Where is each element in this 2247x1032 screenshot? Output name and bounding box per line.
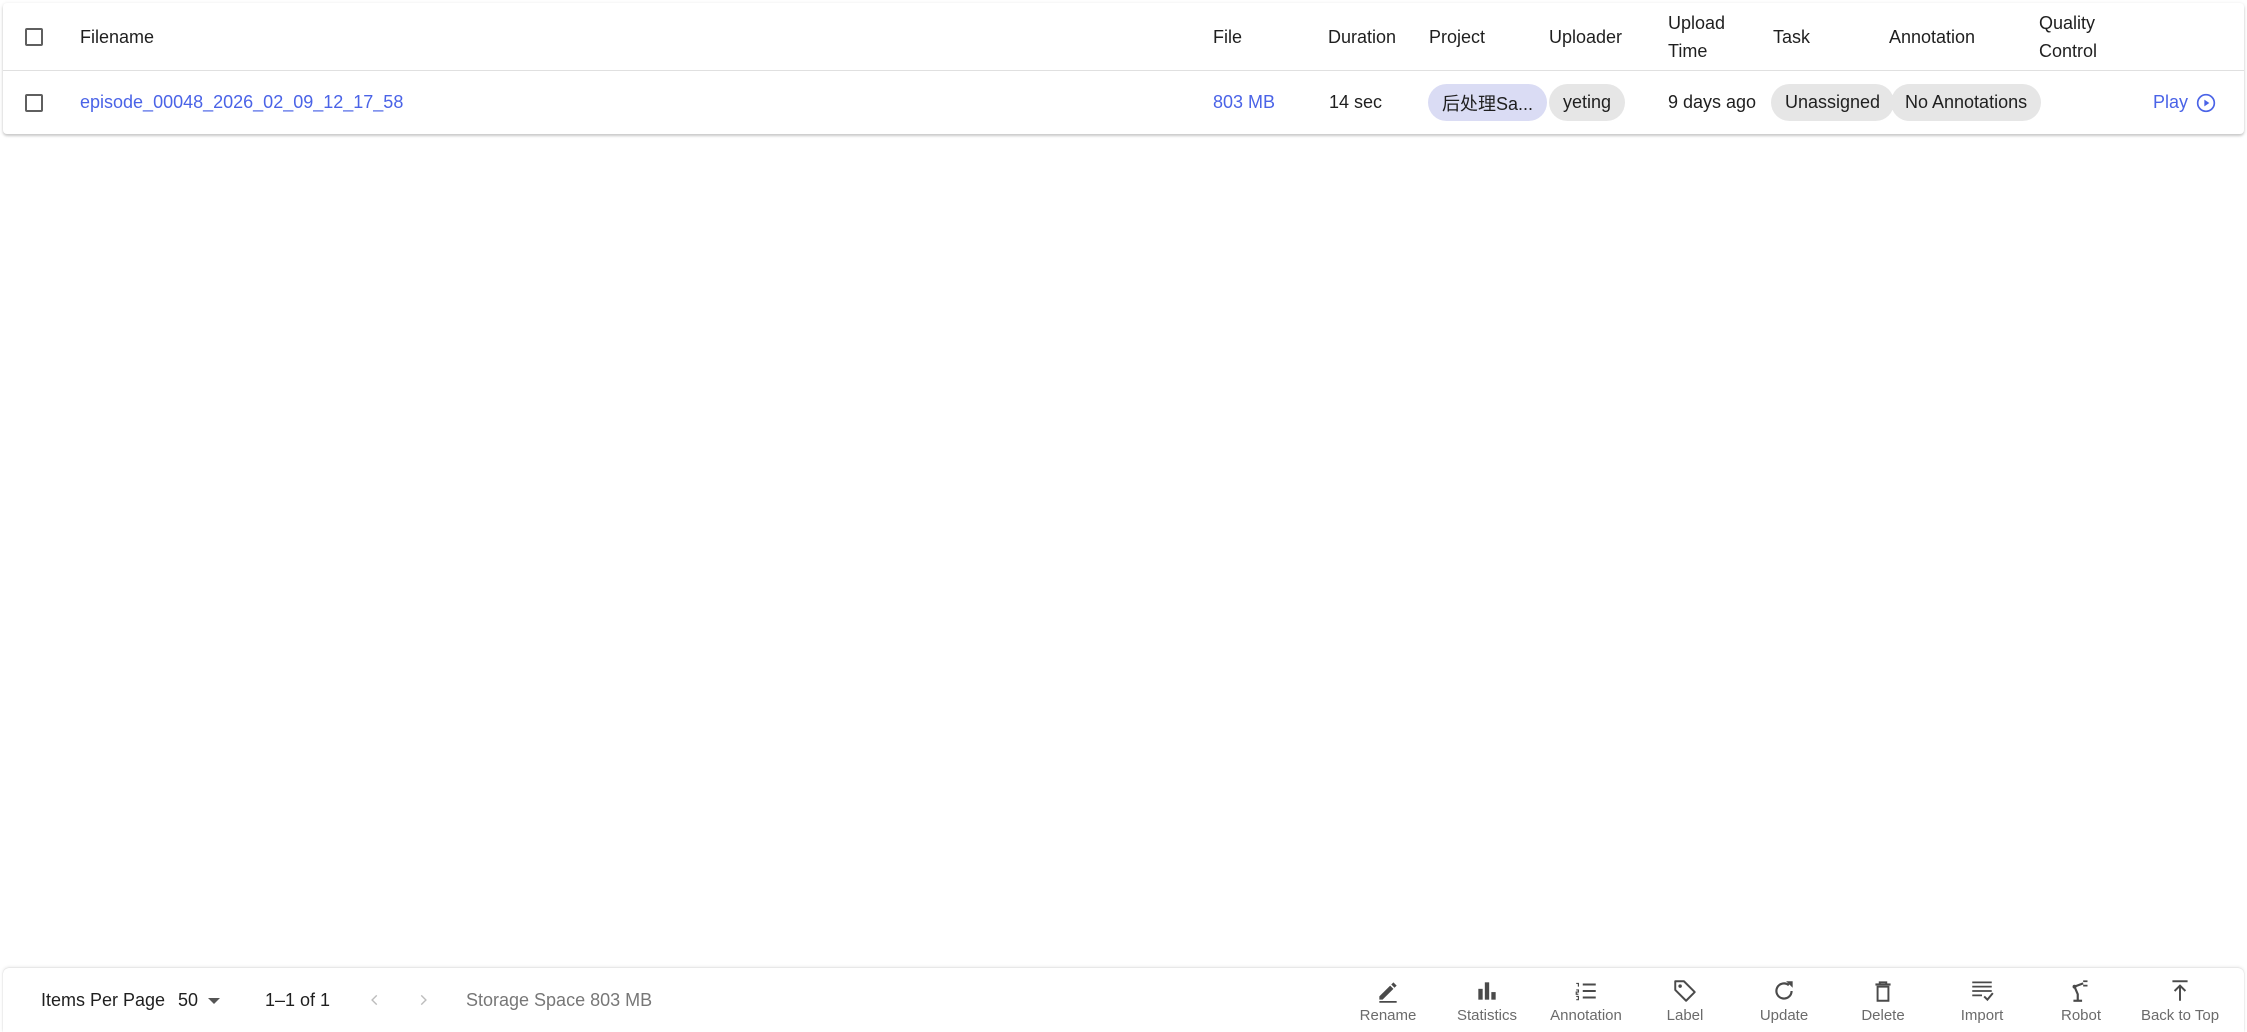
storage-space: Storage Space 803 MB [466,989,653,1010]
uploader-chip[interactable]: yeting [1549,84,1626,121]
task-chip[interactable]: Unassigned [1771,84,1895,121]
update-button[interactable]: Update [1739,978,1829,1032]
header-project[interactable]: Project [1429,3,1485,70]
rename-label: Rename [1359,1007,1417,1024]
items-per-page-select[interactable]: 50 [178,989,221,1011]
chevron-left-icon [371,994,378,1006]
tag-icon [1674,980,1696,1002]
annotation-chip[interactable]: No Annotations [1891,84,2042,121]
upload-time-value: 9 days ago [1668,92,1757,112]
filename-link[interactable]: episode_00048_2026_02_09_12_17_58 [80,71,403,134]
annotation-button[interactable]: Annotation [1541,978,1631,1032]
header-file[interactable]: File [1213,3,1242,70]
footer-toolbar: Items Per Page 50 1–1 of 1 Storage Space… [3,968,2244,1032]
statistics-button[interactable]: Statistics [1442,978,1532,1032]
delete-label: Delete [1861,1007,1905,1024]
play-button[interactable]: Play [2153,92,2216,113]
header-upload-time[interactable]: Upload Time [1668,3,1725,70]
header-duration[interactable]: Duration [1328,3,1396,70]
items-per-page-label: Items Per Page [41,989,166,1010]
table-row: episode_00048_2026_02_09_12_17_58 803 MB… [3,71,2244,134]
header-quality-line1: Quality [2039,12,2096,33]
robot-label: Robot [2060,1007,2102,1024]
file-table: Filename File Duration Project Uploader … [3,3,2244,134]
header-uploader[interactable]: Uploader [1549,3,1622,70]
import-label: Import [1960,1007,2004,1024]
header-quality-line2: Control [2039,40,2098,61]
caret-down-icon [208,998,221,1004]
list-icon [1575,982,1596,1001]
label-label: Label [1666,1007,1704,1024]
items-per-page-value: 50 [178,989,199,1010]
play-circle-icon [2196,93,2216,112]
header-upload-time-line1: Upload [1668,12,1726,33]
project-chip[interactable]: 后处理Sa... [1428,84,1548,121]
table-header-row: Filename File Duration Project Uploader … [3,3,2244,71]
label-button[interactable]: Label [1640,978,1730,1032]
header-task[interactable]: Task [1773,3,1810,70]
duration-value: 14 sec [1329,92,1383,112]
header-upload-time-line2: Time [1668,40,1708,61]
prev-page-button[interactable] [362,987,388,1013]
row-checkbox[interactable] [25,93,43,112]
header-filename[interactable]: Filename [80,3,154,70]
header-annotation[interactable]: Annotation [1889,3,1975,70]
back-to-top-label: Back to Top [2140,1007,2220,1024]
update-label: Update [1759,1007,1809,1024]
refresh-icon [1775,981,1793,1000]
bar-chart-icon [1478,982,1496,1000]
robot-button[interactable]: Robot [2036,978,2126,1032]
pagination-range: 1–1 of 1 [265,989,331,1010]
chevron-right-icon [420,994,427,1006]
import-icon [1972,981,1994,1002]
back-to-top-button[interactable]: Back to Top [2135,978,2225,1032]
arrow-top-icon [2172,980,2188,1001]
next-page-button[interactable] [410,987,436,1013]
annotation-label: Annotation [1550,1007,1622,1024]
pencil-icon [1379,982,1397,1003]
play-label: Play [2153,92,2189,112]
file-size-link[interactable]: 803 MB [1213,71,1275,134]
delete-button[interactable]: Delete [1838,978,1928,1032]
robot-arm-icon [2072,980,2088,1002]
import-button[interactable]: Import [1937,978,2027,1032]
select-all-checkbox[interactable] [25,27,43,46]
header-quality-control[interactable]: Quality Control [2039,3,2097,70]
rename-button[interactable]: Rename [1343,978,1433,1032]
statistics-label: Statistics [1456,1007,1517,1024]
trash-icon [1875,981,1891,1002]
